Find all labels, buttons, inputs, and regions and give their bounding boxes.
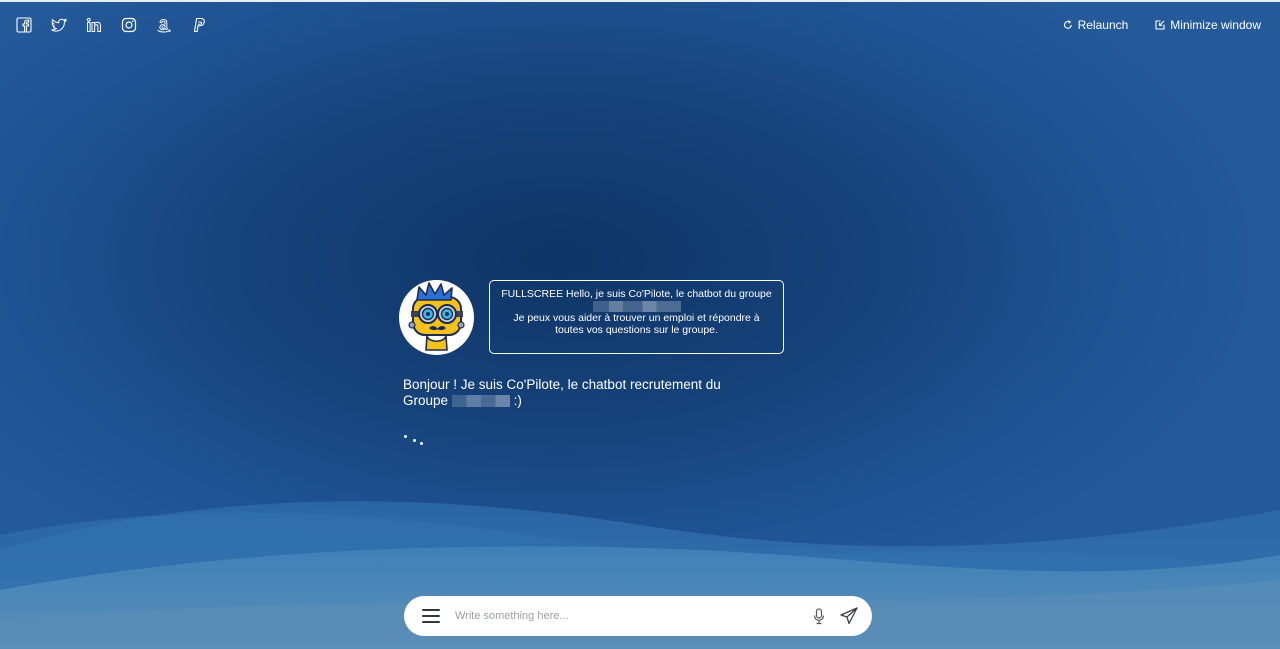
- bot-intro-bubble: FULLSCREE Hello, je suis Co'Pilote, le c…: [489, 280, 784, 354]
- amazon-icon[interactable]: [156, 17, 172, 33]
- paper-plane-icon[interactable]: [840, 607, 858, 625]
- bot-avatar: [399, 280, 474, 355]
- minimize-icon: [1155, 20, 1165, 30]
- linkedin-icon[interactable]: [86, 17, 102, 33]
- greeting-text: Bonjour ! Je suis Co'Pilote, le chatbot …: [403, 377, 721, 408]
- twitter-icon[interactable]: [51, 17, 67, 33]
- minimize-label: Minimize window: [1170, 18, 1261, 32]
- message-composer: [404, 596, 872, 636]
- window-top-border: [0, 0, 1280, 2]
- hamburger-menu-icon[interactable]: [422, 609, 440, 623]
- typing-indicator: [403, 432, 427, 448]
- window-controls: Relaunch Minimize window: [1063, 18, 1261, 32]
- microphone-icon[interactable]: [813, 608, 825, 625]
- minimize-window-button[interactable]: Minimize window: [1155, 18, 1261, 32]
- message-input[interactable]: [453, 609, 797, 623]
- redacted-group-name-greeting: [451, 395, 510, 408]
- refresh-icon: [1063, 20, 1072, 29]
- intro-line-2: Je peux vous aider à trouver un emploi e…: [513, 312, 760, 337]
- instagram-icon[interactable]: [121, 17, 137, 33]
- relaunch-button[interactable]: Relaunch: [1063, 18, 1129, 32]
- greeting-suffix: :): [513, 393, 522, 408]
- relaunch-label: Relaunch: [1077, 18, 1129, 32]
- social-links: [16, 17, 207, 33]
- typing-dot: [404, 435, 407, 438]
- facebook-icon[interactable]: [16, 17, 32, 33]
- redacted-group-name: [592, 301, 681, 313]
- typing-dot: [420, 442, 423, 445]
- paypal-icon[interactable]: [191, 17, 207, 33]
- bot-greeting-message: Bonjour ! Je suis Co'Pilote, le chatbot …: [403, 377, 733, 409]
- intro-line-1: FULLSCREE Hello, je suis Co'Pilote, le c…: [501, 288, 772, 300]
- typing-dot: [413, 439, 416, 442]
- robot-avatar-icon: [408, 282, 465, 351]
